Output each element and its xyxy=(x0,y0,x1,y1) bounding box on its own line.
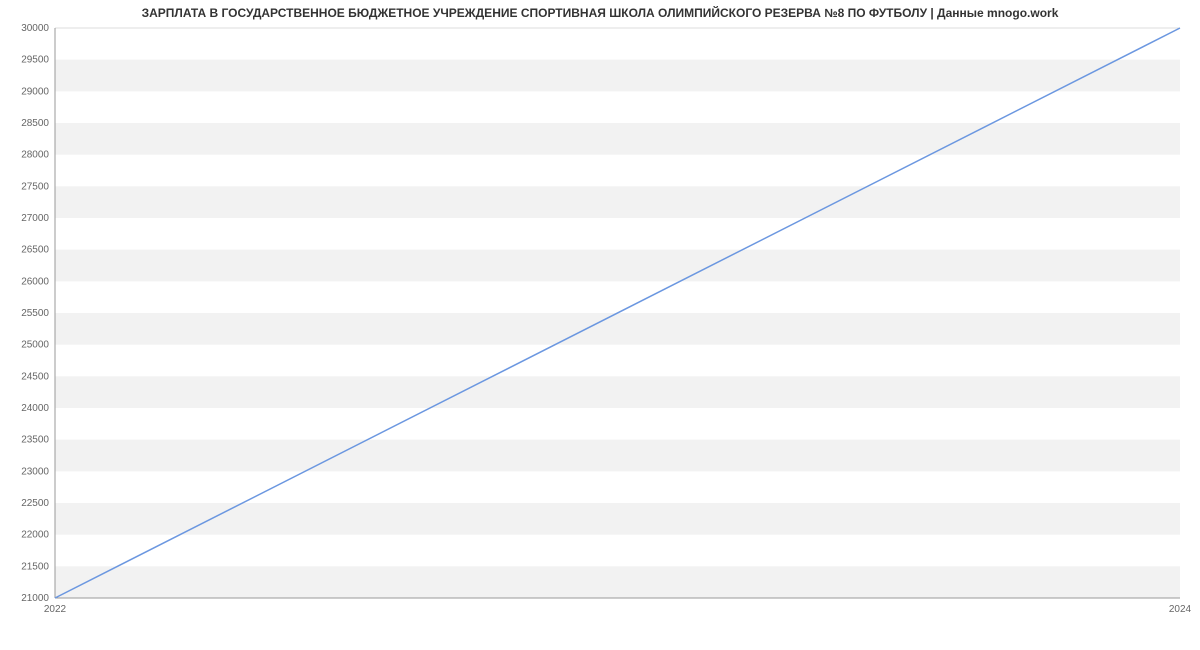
grid-band xyxy=(55,313,1180,345)
y-tick: 27000 xyxy=(21,213,49,224)
y-tick-label: 23000 xyxy=(21,466,49,477)
chart-svg: 2100021500220002250023000235002400024500… xyxy=(55,28,1180,598)
y-tick: 26500 xyxy=(21,245,49,256)
y-tick-label: 21500 xyxy=(21,561,49,572)
chart-container: ЗАРПЛАТА В ГОСУДАРСТВЕННОЕ БЮДЖЕТНОЕ УЧР… xyxy=(0,0,1200,650)
y-tick: 27500 xyxy=(21,181,49,192)
y-tick: 25000 xyxy=(21,340,49,351)
y-tick-label: 30000 xyxy=(21,23,49,34)
y-tick-label: 24000 xyxy=(21,403,49,414)
y-tick: 25500 xyxy=(21,308,49,319)
grid-band xyxy=(55,440,1180,472)
x-tick-label: 2024 xyxy=(1169,604,1192,615)
y-tick-label: 29000 xyxy=(21,86,49,97)
y-tick-label: 27000 xyxy=(21,213,49,224)
x-tick: 2024 xyxy=(1169,604,1192,615)
chart-plot-area: 2100021500220002250023000235002400024500… xyxy=(55,28,1180,598)
y-grid-bands xyxy=(55,60,1180,598)
y-tick: 23500 xyxy=(21,435,49,446)
y-tick-label: 23500 xyxy=(21,435,49,446)
y-tick-label: 26000 xyxy=(21,276,49,287)
y-tick: 24500 xyxy=(21,371,49,382)
y-tick-label: 29500 xyxy=(21,55,49,66)
chart-title: ЗАРПЛАТА В ГОСУДАРСТВЕННОЕ БЮДЖЕТНОЕ УЧР… xyxy=(0,6,1200,20)
grid-band xyxy=(55,60,1180,92)
x-tick-label: 2022 xyxy=(44,604,67,615)
y-tick: 29500 xyxy=(21,55,49,66)
y-tick-label: 25500 xyxy=(21,308,49,319)
y-tick-label: 26500 xyxy=(21,245,49,256)
grid-band xyxy=(55,503,1180,535)
y-tick-label: 28500 xyxy=(21,118,49,129)
y-tick: 26000 xyxy=(21,276,49,287)
y-tick-label: 28000 xyxy=(21,150,49,161)
y-tick: 22000 xyxy=(21,530,49,541)
y-tick: 21000 xyxy=(21,593,49,604)
y-tick: 21500 xyxy=(21,561,49,572)
grid-band xyxy=(55,566,1180,598)
y-tick: 22500 xyxy=(21,498,49,509)
y-tick: 28000 xyxy=(21,150,49,161)
y-tick-label: 22000 xyxy=(21,530,49,541)
y-tick: 30000 xyxy=(21,23,49,34)
y-tick-label: 22500 xyxy=(21,498,49,509)
y-tick: 29000 xyxy=(21,86,49,97)
y-tick-label: 27500 xyxy=(21,181,49,192)
y-tick: 23000 xyxy=(21,466,49,477)
x-axis-ticks: 2022 2024 xyxy=(44,604,1192,615)
grid-band xyxy=(55,123,1180,155)
y-tick-label: 21000 xyxy=(21,593,49,604)
grid-band xyxy=(55,250,1180,282)
grid-band xyxy=(55,376,1180,408)
y-axis-ticks: 21000 21500 22000 22500 23000 23500 24000 24500… xyxy=(21,23,49,604)
y-tick: 28500 xyxy=(21,118,49,129)
x-tick: 2022 xyxy=(44,604,67,615)
y-tick: 24000 xyxy=(21,403,49,414)
y-tick-label: 24500 xyxy=(21,371,49,382)
grid-band xyxy=(55,186,1180,218)
y-tick-label: 25000 xyxy=(21,340,49,351)
